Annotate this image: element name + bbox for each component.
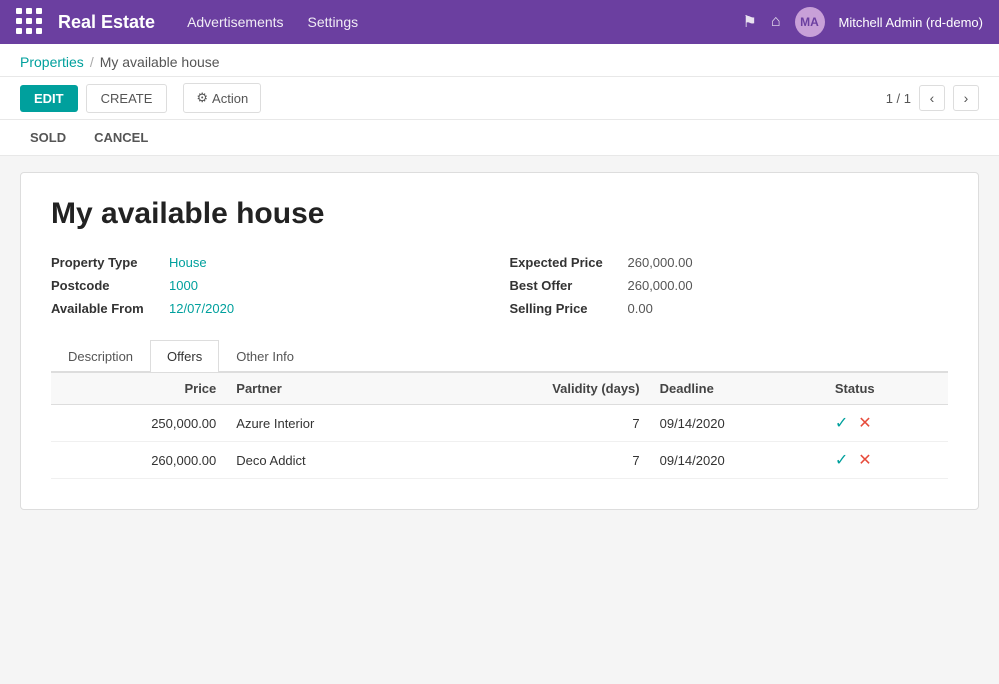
col-status: Status <box>825 373 948 405</box>
edit-button[interactable]: EDIT <box>20 85 78 112</box>
offer-deadline-2: 09/14/2020 <box>650 442 825 479</box>
offer-validity-2: 7 <box>428 442 649 479</box>
available-from-value: 12/07/2020 <box>169 301 234 316</box>
tabs: Description Offers Other Info <box>51 340 948 372</box>
table-row: 260,000.00 Deco Addict 7 09/14/2020 ✓ ✕ <box>51 442 948 479</box>
status-bar: SOLD CANCEL <box>0 120 999 156</box>
offer-actions-1: ✓ ✕ <box>835 413 938 433</box>
offer-validity-1: 7 <box>428 405 649 442</box>
user-name: Mitchell Admin (rd-demo) <box>839 15 984 30</box>
property-fields: Property Type House Postcode 1000 Availa… <box>51 255 948 316</box>
home-icon[interactable]: ⌂ <box>771 13 781 31</box>
best-offer-field: Best Offer 260,000.00 <box>510 278 949 293</box>
col-price: Price <box>51 373 226 405</box>
table-header-row: Price Partner Validity (days) Deadline S… <box>51 373 948 405</box>
sold-button[interactable]: SOLD <box>20 126 76 149</box>
offer-actions-2: ✓ ✕ <box>835 450 938 470</box>
postcode-value: 1000 <box>169 278 198 293</box>
breadcrumb: Properties / My available house <box>0 44 999 77</box>
table-row: 250,000.00 Azure Interior 7 09/14/2020 ✓… <box>51 405 948 442</box>
property-type-field: Property Type House <box>51 255 490 270</box>
apps-menu-button[interactable] <box>16 8 44 36</box>
offer-partner-2: Deco Addict <box>226 442 428 479</box>
offer-price-1: 250,000.00 <box>51 405 226 442</box>
available-from-label: Available From <box>51 301 161 316</box>
property-card: My available house Property Type House P… <box>20 172 979 510</box>
offers-table: Price Partner Validity (days) Deadline S… <box>51 372 948 479</box>
topnav: Real Estate Advertisements Settings ⚑ ⌂ … <box>0 0 999 44</box>
tab-offers[interactable]: Offers <box>150 340 219 372</box>
gift-icon[interactable]: ⚑ <box>742 12 756 32</box>
accept-offer-2-button[interactable]: ✓ <box>835 450 848 470</box>
main-content: My available house Property Type House P… <box>0 156 999 526</box>
action-button[interactable]: ⚙ Action <box>183 83 261 113</box>
cancel-button[interactable]: CANCEL <box>84 126 158 149</box>
action-bar: EDIT CREATE ⚙ Action 1 / 1 ‹ › <box>0 77 999 120</box>
property-title: My available house <box>51 197 948 231</box>
best-offer-value: 260,000.00 <box>628 278 693 293</box>
selling-price-label: Selling Price <box>510 301 620 316</box>
breadcrumb-parent[interactable]: Properties <box>20 54 84 70</box>
offer-status-2: ✓ ✕ <box>825 442 948 479</box>
next-page-button[interactable]: › <box>953 85 979 111</box>
action-label: Action <box>212 91 248 106</box>
property-type-label: Property Type <box>51 255 161 270</box>
page-info: 1 / 1 <box>886 91 911 106</box>
property-type-value: House <box>169 255 207 270</box>
offer-price-2: 260,000.00 <box>51 442 226 479</box>
fields-right: Expected Price 260,000.00 Best Offer 260… <box>510 255 949 316</box>
gear-icon: ⚙ <box>196 90 208 106</box>
expected-price-value: 260,000.00 <box>628 255 693 270</box>
avatar[interactable]: MA <box>795 7 825 37</box>
topnav-right: ⚑ ⌂ MA Mitchell Admin (rd-demo) <box>742 7 983 37</box>
pagination: 1 / 1 ‹ › <box>886 85 979 111</box>
prev-page-button[interactable]: ‹ <box>919 85 945 111</box>
expected-price-field: Expected Price 260,000.00 <box>510 255 949 270</box>
selling-price-field: Selling Price 0.00 <box>510 301 949 316</box>
col-validity: Validity (days) <box>428 373 649 405</box>
app-brand: Real Estate <box>58 12 155 33</box>
col-deadline: Deadline <box>650 373 825 405</box>
selling-price-value: 0.00 <box>628 301 653 316</box>
create-button[interactable]: CREATE <box>86 84 168 113</box>
breadcrumb-current: My available house <box>100 54 220 70</box>
tab-description[interactable]: Description <box>51 340 150 372</box>
accept-offer-1-button[interactable]: ✓ <box>835 413 848 433</box>
fields-left: Property Type House Postcode 1000 Availa… <box>51 255 490 316</box>
reject-offer-2-button[interactable]: ✕ <box>858 450 871 470</box>
postcode-label: Postcode <box>51 278 161 293</box>
expected-price-label: Expected Price <box>510 255 620 270</box>
breadcrumb-separator: / <box>90 54 94 70</box>
nav-settings[interactable]: Settings <box>308 14 359 30</box>
reject-offer-1-button[interactable]: ✕ <box>858 413 871 433</box>
nav-advertisements[interactable]: Advertisements <box>187 14 283 30</box>
offer-status-1: ✓ ✕ <box>825 405 948 442</box>
col-partner: Partner <box>226 373 428 405</box>
topnav-links: Advertisements Settings <box>187 14 742 30</box>
offer-deadline-1: 09/14/2020 <box>650 405 825 442</box>
available-from-field: Available From 12/07/2020 <box>51 301 490 316</box>
tab-other-info[interactable]: Other Info <box>219 340 311 372</box>
offer-partner-1: Azure Interior <box>226 405 428 442</box>
postcode-field: Postcode 1000 <box>51 278 490 293</box>
best-offer-label: Best Offer <box>510 278 620 293</box>
